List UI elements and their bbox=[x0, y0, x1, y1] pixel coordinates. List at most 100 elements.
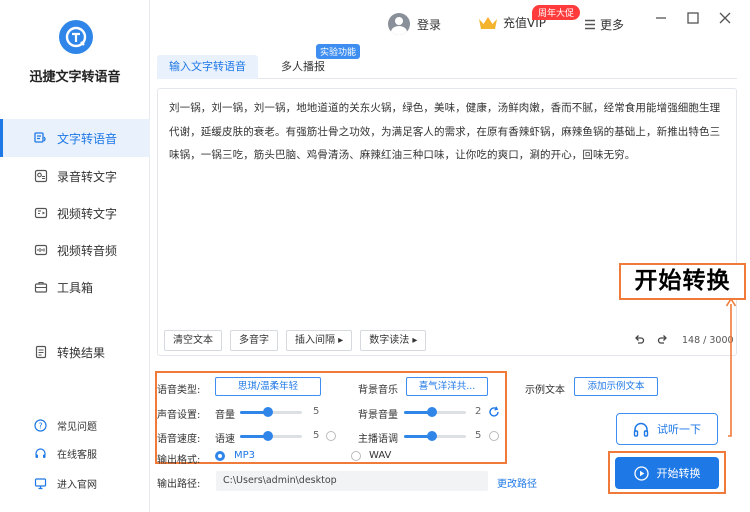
format-wav-label[interactable]: WAV bbox=[369, 450, 391, 461]
start-convert-label: 开始转换 bbox=[656, 467, 701, 480]
sound-settings-label: 声音设置: bbox=[157, 410, 201, 421]
start-callout: 开始转换 bbox=[619, 263, 746, 300]
app-name: 迅捷文字转语音 bbox=[29, 70, 121, 85]
more-menu[interactable]: 更多 bbox=[584, 16, 624, 33]
promo-badge: 周年大促 bbox=[532, 5, 581, 20]
sidebar-item-label: 视频转音频 bbox=[57, 243, 118, 258]
output-path-field[interactable]: C:\Users\admin\desktop bbox=[216, 471, 488, 491]
editor-text[interactable]: 刘一锅，刘一锅，刘一锅，地地道道的关东火锅，绿色，美味，健康，汤鲜肉嫩，香而不腻… bbox=[169, 97, 727, 168]
sidebar-item-label: 视频转文字 bbox=[57, 206, 118, 221]
crown-icon bbox=[479, 16, 497, 29]
pitch-slider[interactable] bbox=[404, 431, 466, 441]
polyphone-button[interactable]: 多音字 bbox=[230, 330, 278, 351]
footer-website[interactable]: 进入官网 bbox=[34, 476, 97, 491]
format-label: 输出格式: bbox=[157, 455, 201, 466]
number-reading-button[interactable]: 数字读法 ▸ bbox=[360, 330, 427, 351]
login-button[interactable]: 登录 bbox=[388, 13, 441, 35]
format-mp3-radio[interactable] bbox=[215, 451, 225, 461]
speed-label: 语音速度: bbox=[157, 434, 201, 445]
editor-toolbar: 清空文本 多音字 插入间隔 ▸ 数字读法 ▸ bbox=[164, 330, 427, 351]
preview-label: 试听一下 bbox=[657, 423, 701, 436]
rate-label: 语速 bbox=[215, 434, 235, 445]
bg-volume-slider-handle[interactable] bbox=[426, 407, 437, 417]
footer-faq[interactable]: ? 常见问题 bbox=[34, 418, 97, 433]
maximize-icon[interactable] bbox=[687, 12, 699, 24]
start-convert-button[interactable]: 开始转换 bbox=[615, 457, 719, 489]
bg-volume-slider[interactable] bbox=[404, 407, 466, 417]
sidebar-item-toolbox[interactable]: 工具箱 bbox=[0, 268, 150, 306]
menu-icon bbox=[585, 19, 595, 30]
change-path-link[interactable]: 更改路径 bbox=[497, 475, 537, 490]
bg-volume-value: 2 bbox=[475, 406, 482, 417]
rate-value: 5 bbox=[313, 430, 320, 441]
login-label: 登录 bbox=[417, 17, 442, 32]
sidebar-item-results[interactable]: 转换结果 bbox=[0, 333, 150, 371]
pitch-label: 主播语调 bbox=[358, 434, 398, 445]
headset-icon bbox=[34, 447, 47, 460]
refresh-icon[interactable] bbox=[488, 406, 500, 418]
undo-icon[interactable] bbox=[634, 334, 645, 345]
footer-label: 进入官网 bbox=[57, 480, 97, 491]
sidebar-item-audio-to-text[interactable]: 录音转文字 bbox=[0, 157, 150, 195]
pitch-slider-handle[interactable] bbox=[426, 431, 437, 441]
headphones-icon bbox=[633, 422, 649, 437]
more-label: 更多 bbox=[600, 18, 625, 32]
format-mp3-label[interactable]: MP3 bbox=[234, 450, 255, 461]
preview-button[interactable]: 试听一下 bbox=[616, 413, 718, 445]
rate-slider-handle[interactable] bbox=[262, 431, 273, 441]
rate-slider[interactable] bbox=[240, 431, 302, 441]
sidebar-item-video-to-audio[interactable]: 视频转音频 bbox=[0, 231, 150, 269]
text-editor[interactable]: 刘一锅，刘一锅，刘一锅，地地道道的关东火锅，绿色，美味，健康，汤鲜肉嫩，香而不腻… bbox=[157, 88, 737, 356]
minimize-icon[interactable] bbox=[655, 12, 667, 24]
output-path-label: 输出路径: bbox=[157, 479, 201, 490]
pitch-reset-radio[interactable] bbox=[489, 431, 499, 441]
voice-type-label: 语音类型: bbox=[157, 385, 201, 396]
bgm-label: 背景音乐 bbox=[358, 385, 398, 396]
text-speech-icon bbox=[34, 131, 48, 145]
video-audio-icon bbox=[34, 243, 48, 257]
callout-arrow bbox=[725, 298, 737, 437]
monitor-icon bbox=[34, 477, 47, 490]
sidebar-item-label: 转换结果 bbox=[57, 345, 106, 360]
svg-text:?: ? bbox=[38, 422, 42, 431]
sidebar-item-label: 录音转文字 bbox=[57, 169, 118, 184]
add-sample-button[interactable]: 添加示例文本 bbox=[574, 377, 658, 396]
sidebar-item-label: 工具箱 bbox=[57, 280, 94, 295]
sidebar-item-text-to-speech[interactable]: 文字转语音 bbox=[0, 119, 150, 157]
tab-text-input[interactable]: 输入文字转语音 bbox=[157, 55, 258, 79]
voice-type-select[interactable]: 思琪/温柔年轻 bbox=[215, 377, 321, 396]
volume-label: 音量 bbox=[215, 410, 235, 421]
app-logo bbox=[59, 20, 93, 54]
sidebar: 迅捷文字转语音 文字转语音 录音转文字 视频转文字 视频转音频 工具箱 转换结果 bbox=[0, 0, 150, 512]
logo-icon bbox=[65, 26, 87, 48]
clear-text-button[interactable]: 清空文本 bbox=[164, 330, 222, 351]
footer-label: 常见问题 bbox=[57, 422, 97, 433]
sidebar-item-video-to-text[interactable]: 视频转文字 bbox=[0, 194, 150, 232]
volume-slider[interactable] bbox=[240, 407, 302, 417]
pitch-value: 5 bbox=[475, 430, 482, 441]
bgm-select[interactable]: 喜气洋洋共... bbox=[406, 377, 488, 396]
insert-pause-button[interactable]: 插入间隔 ▸ bbox=[286, 330, 353, 351]
sample-text-label: 示例文本 bbox=[525, 385, 565, 396]
format-wav-radio[interactable] bbox=[351, 451, 361, 461]
recording-icon bbox=[34, 169, 48, 183]
footer-support[interactable]: 在线客服 bbox=[34, 446, 97, 461]
toolbox-icon bbox=[34, 280, 48, 294]
bg-volume-label: 背景音量 bbox=[358, 410, 398, 421]
footer-label: 在线客服 bbox=[57, 450, 97, 461]
experimental-badge: 实验功能 bbox=[316, 44, 361, 59]
tab-bar: 输入文字转语音 多人播报 bbox=[157, 55, 737, 79]
window-controls bbox=[655, 12, 731, 24]
question-icon: ? bbox=[34, 419, 47, 432]
video-text-icon bbox=[34, 206, 48, 220]
volume-slider-handle[interactable] bbox=[262, 407, 273, 417]
redo-icon[interactable] bbox=[657, 334, 668, 345]
close-icon[interactable] bbox=[719, 12, 731, 24]
avatar-icon bbox=[388, 13, 410, 35]
volume-value: 5 bbox=[313, 406, 320, 417]
sidebar-item-label: 文字转语音 bbox=[57, 131, 118, 146]
rate-reset-radio[interactable] bbox=[326, 431, 336, 441]
play-circle-icon bbox=[633, 465, 649, 481]
results-icon bbox=[34, 345, 48, 359]
undo-redo bbox=[634, 334, 668, 345]
